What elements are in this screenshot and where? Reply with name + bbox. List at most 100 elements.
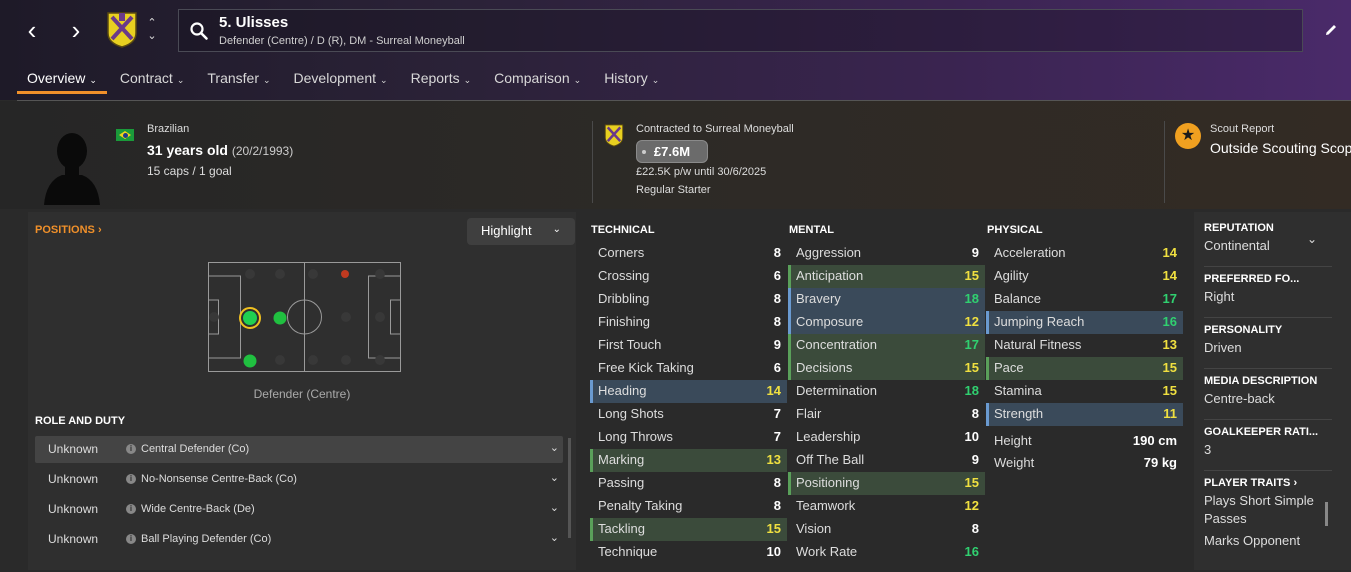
divider: [1204, 470, 1332, 471]
star-icon: ★: [1175, 123, 1201, 149]
tab-reports[interactable]: Reports ⌄: [401, 67, 482, 95]
chevron-right-icon: ›: [1293, 477, 1298, 489]
scout-report-label: Scout Report: [1210, 123, 1275, 135]
positions-link[interactable]: POSITIONS ›: [35, 224, 102, 236]
attribute-row[interactable]: Pace 15: [986, 357, 1183, 380]
role-row[interactable]: Unknown i No-Nonsense Centre-Back (Co) ⌄: [35, 466, 563, 493]
attribute-row[interactable]: Balance 17: [986, 288, 1183, 311]
info-icon[interactable]: i: [126, 444, 136, 454]
attribute-row[interactable]: Free Kick Taking 6: [590, 357, 787, 380]
forward-button[interactable]: ›: [62, 16, 90, 44]
highlight-dropdown[interactable]: Highlight ⌄: [467, 218, 575, 245]
scrollbar[interactable]: [1325, 502, 1328, 526]
attribute-row[interactable]: Flair 8: [788, 403, 985, 426]
attribute-row[interactable]: Natural Fitness 13: [986, 334, 1183, 357]
info-icon[interactable]: i: [126, 504, 136, 514]
tab-comparison[interactable]: Comparison ⌄: [484, 67, 591, 95]
attribute-row[interactable]: Passing 8: [590, 472, 787, 495]
role-ability: Unknown: [48, 442, 99, 456]
attribute-value: 7: [773, 429, 781, 444]
attribute-name: Determination: [796, 383, 877, 398]
attribute-row[interactable]: Dribbling 8: [590, 288, 787, 311]
attribute-row[interactable]: Vision 8: [788, 518, 985, 541]
chevron-down-icon[interactable]: ⌄: [550, 531, 559, 544]
personality: PERSONALITY Driven: [1204, 324, 1283, 355]
attribute-row[interactable]: Composure 12: [788, 311, 985, 334]
attribute-name: Pace: [994, 360, 1024, 375]
info-icon[interactable]: i: [126, 534, 136, 544]
attribute-row[interactable]: Aggression 9: [788, 242, 985, 265]
chevron-down-icon[interactable]: ⌄: [145, 30, 159, 43]
attribute-value: 9: [971, 452, 979, 467]
attribute-row[interactable]: Positioning 15: [788, 472, 985, 495]
technical-attributes: TECHNICAL Corners 8 Crossing 6 Dribbling 8 Fin…: [590, 212, 787, 564]
squad-status: Regular Starter: [636, 184, 711, 196]
attribute-row[interactable]: Tackling 15: [590, 518, 787, 541]
tab-history[interactable]: History ⌄: [594, 67, 669, 95]
attribute-value: 15: [1162, 360, 1177, 375]
scout-report-value[interactable]: Outside Scouting Scope: [1210, 140, 1351, 156]
info-icon[interactable]: i: [126, 474, 136, 484]
player-traits[interactable]: PLAYER TRAITS › Plays Short Simple Passe…: [1204, 477, 1334, 550]
chevron-down-icon: ⌄: [380, 75, 388, 85]
attribute-row[interactable]: Decisions 15: [788, 357, 985, 380]
attribute-row[interactable]: Work Rate 16: [788, 541, 985, 564]
attribute-row[interactable]: Penalty Taking 8: [590, 495, 787, 518]
pencil-icon[interactable]: [1323, 22, 1339, 38]
attribute-row[interactable]: Finishing 8: [590, 311, 787, 334]
tab-overview[interactable]: Overview ⌄: [17, 67, 107, 95]
chevron-down-icon[interactable]: ⌄: [550, 501, 559, 514]
attribute-value: 16: [1162, 314, 1177, 329]
attribute-row[interactable]: Marking 13: [590, 449, 787, 472]
attribute-name: Crossing: [598, 268, 650, 283]
attribute-row[interactable]: Acceleration 14: [986, 242, 1183, 265]
divider: [1164, 121, 1165, 203]
role-row[interactable]: Unknown i Ball Playing Defender (Co) ⌄: [35, 526, 563, 553]
attribute-row[interactable]: Heading 14: [590, 380, 787, 403]
attribute-row[interactable]: Jumping Reach 16: [986, 311, 1183, 334]
attribute-row[interactable]: Long Throws 7: [590, 426, 787, 449]
attribute-row[interactable]: Long Shots 7: [590, 403, 787, 426]
role-row[interactable]: Unknown i Wide Centre-Back (De) ⌄: [35, 496, 563, 523]
attribute-value: 8: [773, 498, 781, 513]
player-cycle-arrows[interactable]: ⌃ ⌄: [145, 17, 159, 43]
attribute-row[interactable]: Concentration 17: [788, 334, 985, 357]
tab-development[interactable]: Development ⌄: [284, 67, 398, 95]
chevron-down-icon[interactable]: ⌄: [550, 471, 559, 484]
attribute-value: 8: [971, 406, 979, 421]
attribute-value: 79 kg: [1143, 455, 1177, 470]
attribute-value: 8: [773, 245, 781, 260]
attribute-row[interactable]: Stamina 15: [986, 380, 1183, 403]
attribute-value: 8: [773, 291, 781, 306]
positions-panel: POSITIONS › Highlight ⌄ Defender (Centre)…: [28, 212, 576, 570]
role-row[interactable]: Unknown i Central Defender (Co) ⌄: [35, 436, 563, 463]
attribute-row[interactable]: Bravery 18: [788, 288, 985, 311]
attribute-name: Long Shots: [598, 406, 664, 421]
attribute-row[interactable]: Off The Ball 9: [788, 449, 985, 472]
chevron-down-icon[interactable]: ⌄: [550, 441, 559, 454]
attribute-row[interactable]: Teamwork 12: [788, 495, 985, 518]
attribute-row[interactable]: Leadership 10: [788, 426, 985, 449]
chevron-down-icon[interactable]: ⌄: [1307, 232, 1317, 246]
scrollbar[interactable]: [568, 438, 571, 538]
attribute-row[interactable]: Corners 8: [590, 242, 787, 265]
attribute-row[interactable]: Technique 10: [590, 541, 787, 564]
club-crest-icon[interactable]: [106, 11, 138, 49]
attribute-row[interactable]: First Touch 9: [590, 334, 787, 357]
search-icon[interactable]: [189, 21, 209, 41]
attribute-row[interactable]: Crossing 6: [590, 265, 787, 288]
tab-transfer[interactable]: Transfer ⌄: [197, 67, 280, 95]
attribute-row[interactable]: Determination 18: [788, 380, 985, 403]
divider: [1204, 419, 1332, 420]
chevron-down-icon: ⌄: [176, 75, 185, 85]
attribute-row[interactable]: Strength 11: [986, 403, 1183, 426]
chevron-up-icon[interactable]: ⌃: [145, 17, 159, 30]
transfer-value-badge[interactable]: £7.6M: [636, 140, 708, 163]
attribute-value: 15: [964, 268, 979, 283]
attribute-row[interactable]: Anticipation 15: [788, 265, 985, 288]
player-search-bar[interactable]: 5. Ulisses Defender (Centre) / D (R), DM…: [178, 9, 1303, 52]
tab-contract[interactable]: Contract ⌄: [110, 67, 194, 95]
attribute-value: 12: [964, 314, 979, 329]
attribute-row[interactable]: Agility 14: [986, 265, 1183, 288]
back-button[interactable]: ‹: [18, 16, 46, 44]
